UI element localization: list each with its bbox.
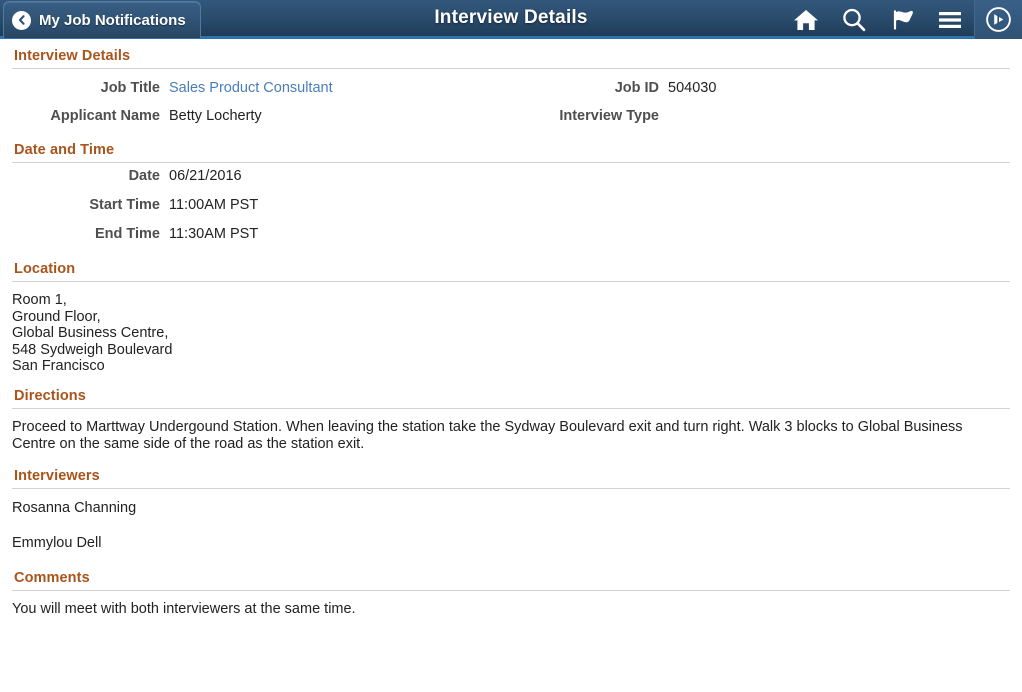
field-value-applicant-name: Betty Locherty xyxy=(169,108,262,124)
field-label-interview-type: Interview Type xyxy=(511,108,668,124)
field-value-job-title[interactable]: Sales Product Consultant xyxy=(169,80,333,96)
section-divider xyxy=(12,68,1010,69)
interview-details-right-column: Job ID 504030 Interview Type xyxy=(511,77,1010,133)
section-divider xyxy=(12,162,1010,163)
section-title-directions: Directions xyxy=(12,379,1010,408)
app-header: My Job Notifications Interview Details xyxy=(0,0,1022,39)
field-label-job-id: Job ID xyxy=(511,80,668,96)
list-item: Rosanna Channing xyxy=(12,491,1010,526)
section-interview-details: Interview Details Job Title Sales Produc… xyxy=(0,39,1022,133)
page-content: Interview Details Job Title Sales Produc… xyxy=(0,39,1022,692)
field-label-job-title: Job Title xyxy=(12,80,169,96)
field-label-applicant-name: Applicant Name xyxy=(12,108,169,124)
section-divider xyxy=(12,408,1010,409)
field-value-start-time: 11:00AM PST xyxy=(169,197,258,213)
back-button-label: My Job Notifications xyxy=(39,12,186,29)
field-label-end-time: End Time xyxy=(12,226,169,242)
field-job-id: Job ID 504030 xyxy=(511,77,1010,105)
section-divider xyxy=(12,590,1010,591)
section-title-comments: Comments xyxy=(12,561,1010,590)
field-interview-type: Interview Type xyxy=(511,105,1010,133)
comments-text: You will meet with both interviewers at … xyxy=(12,593,1010,624)
field-label-date: Date xyxy=(12,168,169,184)
chevron-left-icon xyxy=(12,11,31,30)
search-icon[interactable] xyxy=(830,0,878,39)
section-comments: Comments You will meet with both intervi… xyxy=(0,561,1022,624)
flag-icon[interactable] xyxy=(878,0,926,39)
section-title-interview-details: Interview Details xyxy=(12,39,1010,68)
field-value-date: 06/21/2016 xyxy=(169,168,242,184)
section-divider xyxy=(12,488,1010,489)
section-interviewers: Interviewers Rosanna Channing Emmylou De… xyxy=(0,459,1022,561)
location-address: Room 1, Ground Floor, Global Business Ce… xyxy=(12,284,1010,379)
back-button[interactable]: My Job Notifications xyxy=(3,1,201,38)
field-label-start-time: Start Time xyxy=(12,197,169,213)
section-title-location: Location xyxy=(12,252,1010,281)
interview-details-fields: Job Title Sales Product Consultant Appli… xyxy=(12,71,1010,133)
field-start-time: Start Time 11:00AM PST xyxy=(12,194,1010,223)
date-and-time-fields: Date 06/21/2016 Start Time 11:00AM PST E… xyxy=(12,165,1010,252)
section-directions: Directions Proceed to Marttway Undergoun… xyxy=(0,379,1022,459)
field-value-end-time: 11:30AM PST xyxy=(169,226,258,242)
section-date-and-time: Date and Time Date 06/21/2016 Start Time… xyxy=(0,133,1022,252)
navbar-compass-icon[interactable] xyxy=(974,0,1022,39)
field-end-time: End Time 11:30AM PST xyxy=(12,223,1010,252)
interview-details-left-column: Job Title Sales Product Consultant Appli… xyxy=(12,77,511,133)
section-location: Location Room 1, Ground Floor, Global Bu… xyxy=(0,252,1022,379)
section-title-interviewers: Interviewers xyxy=(12,459,1010,488)
field-job-title: Job Title Sales Product Consultant xyxy=(12,77,511,105)
directions-text: Proceed to Marttway Undergound Station. … xyxy=(12,411,1010,459)
header-icon-group xyxy=(782,0,1022,39)
section-title-date-and-time: Date and Time xyxy=(12,133,1010,162)
home-icon[interactable] xyxy=(782,0,830,39)
field-applicant-name: Applicant Name Betty Locherty xyxy=(12,105,511,133)
list-item: Emmylou Dell xyxy=(12,526,1010,561)
field-date: Date 06/21/2016 xyxy=(12,165,1010,194)
menu-icon[interactable] xyxy=(926,0,974,39)
section-divider xyxy=(12,281,1010,282)
field-value-job-id: 504030 xyxy=(668,80,716,96)
